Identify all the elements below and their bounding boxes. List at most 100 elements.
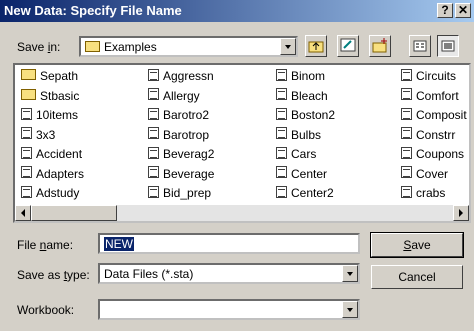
list-item[interactable]: 10items — [21, 107, 78, 122]
list-item[interactable]: Adstudy — [21, 185, 79, 200]
list-item[interactable]: Bulbs — [276, 127, 321, 142]
horizontal-scrollbar[interactable] — [15, 205, 469, 221]
list-item[interactable]: Cover — [401, 166, 448, 181]
list-item[interactable]: Beverag2 — [148, 146, 214, 161]
file-icon — [276, 68, 287, 81]
scroll-left-button[interactable] — [15, 205, 31, 221]
list-item-label: Bleach — [291, 88, 328, 103]
list-item[interactable]: Circuits — [401, 68, 456, 83]
scroll-thumb[interactable] — [31, 205, 117, 221]
workbook-label: Workbook: — [17, 303, 75, 317]
list-item-label: Circuits — [416, 68, 457, 83]
file-icon — [276, 107, 287, 120]
list-item-label: crabs — [416, 185, 446, 200]
help-button[interactable]: ? — [437, 3, 453, 18]
list-item[interactable]: Aggressn — [148, 68, 214, 83]
list-item[interactable]: Constrr — [401, 127, 455, 142]
list-item[interactable]: Sepath — [21, 68, 78, 83]
list-item-label: Coupons — [416, 146, 465, 161]
list-item-label: Bid_prep — [163, 185, 212, 200]
file-icon — [148, 127, 159, 140]
save-in-value: Examples — [104, 40, 157, 54]
list-item-label: Barotro2 — [163, 107, 210, 122]
save-in-dropdown-button[interactable] — [280, 38, 296, 55]
list-item[interactable]: Center2 — [276, 185, 334, 200]
list-item-label: Allergy — [163, 88, 200, 103]
window-title: New Data: Specify File Name — [4, 3, 182, 18]
list-item-label: Adstudy — [36, 185, 80, 200]
workbook-combo[interactable] — [98, 299, 360, 320]
list-item-label: Cover — [416, 166, 449, 181]
list-item[interactable]: Stbasic — [21, 88, 79, 103]
list-item-label: 3x3 — [36, 127, 56, 142]
list-item[interactable]: Beverage — [148, 166, 214, 181]
up-folder-icon[interactable] — [305, 35, 327, 57]
file-icon — [21, 185, 32, 198]
list-item[interactable]: 3x3 — [21, 127, 55, 142]
list-item-label: Beverag2 — [163, 146, 215, 161]
file-icon — [401, 185, 412, 198]
save-in-combo[interactable]: Examples — [79, 36, 298, 57]
file-icon — [148, 107, 159, 120]
file-icon — [401, 88, 412, 101]
list-item-label: Constrr — [416, 127, 456, 142]
list-item[interactable]: Coupons — [401, 146, 464, 161]
list-item[interactable]: Binom — [276, 68, 325, 83]
list-item-label: Center — [291, 166, 328, 181]
title-bar[interactable]: New Data: Specify File Name ? ✕ — [0, 0, 474, 22]
file-icon — [148, 68, 159, 81]
list-item[interactable]: Composit — [401, 107, 467, 122]
new-folder-icon[interactable] — [369, 35, 391, 57]
file-icon — [21, 146, 32, 159]
desktop-icon[interactable] — [337, 35, 359, 57]
list-item[interactable]: Barotro2 — [148, 107, 209, 122]
list-item-label: Sepath — [40, 68, 79, 83]
file-icon — [401, 68, 412, 81]
cancel-button[interactable]: Cancel — [371, 265, 463, 289]
save-button[interactable]: Save — [370, 232, 464, 258]
list-item[interactable]: Barotrop — [148, 127, 209, 142]
list-item-label: Cars — [291, 146, 317, 161]
list-item[interactable]: Bleach — [276, 88, 328, 103]
list-item[interactable]: Cars — [276, 146, 316, 161]
file-icon — [21, 107, 32, 120]
file-icon — [401, 166, 412, 179]
save-dialog: New Data: Specify File Name ? ✕ Save in:… — [0, 0, 474, 331]
file-name-label: File name: — [17, 238, 74, 252]
folder-icon — [21, 88, 36, 100]
list-item-label: 10items — [36, 107, 79, 122]
list-item[interactable]: Adapters — [21, 166, 84, 181]
file-icon — [276, 146, 287, 159]
file-list[interactable]: Sepath Stbasic 10items 3x3 Accident Adapters A… — [13, 63, 471, 223]
save-as-type-combo[interactable]: Data Files (*.sta) — [98, 263, 360, 284]
scroll-right-button[interactable] — [453, 205, 469, 221]
save-as-type-dropdown-button[interactable] — [342, 265, 358, 282]
workbook-dropdown-button[interactable] — [342, 301, 358, 318]
list-item-label: Barotrop — [163, 127, 210, 142]
list-item-label: Beverage — [163, 166, 215, 181]
list-item-label: Composit — [416, 107, 467, 122]
list-item[interactable]: Accident — [21, 146, 82, 161]
list-item-label: Aggressn — [163, 68, 214, 83]
folder-icon — [21, 69, 36, 81]
list-item[interactable]: Boston2 — [276, 107, 335, 122]
details-view-icon[interactable] — [437, 35, 459, 57]
list-item[interactable]: crabs — [401, 185, 445, 200]
file-name-value: NEW — [104, 237, 134, 251]
list-item[interactable]: Allergy — [148, 88, 200, 103]
file-icon — [401, 146, 412, 159]
list-item[interactable]: Bid_prep — [148, 185, 211, 200]
save-as-type-value: Data Files (*.sta) — [104, 267, 194, 281]
save-in-label: Save in: — [17, 40, 61, 54]
list-item-label: Boston2 — [291, 107, 336, 122]
file-icon — [148, 146, 159, 159]
list-view-icon[interactable] — [409, 35, 431, 57]
list-item[interactable]: Center — [276, 166, 327, 181]
file-icon — [401, 107, 412, 120]
list-item-label: Center2 — [291, 185, 334, 200]
close-button[interactable]: ✕ — [455, 3, 471, 18]
file-name-input[interactable]: NEW — [98, 233, 360, 254]
list-item[interactable]: Comfort — [401, 88, 459, 103]
file-icon — [276, 185, 287, 198]
list-item-label: Comfort — [416, 88, 459, 103]
